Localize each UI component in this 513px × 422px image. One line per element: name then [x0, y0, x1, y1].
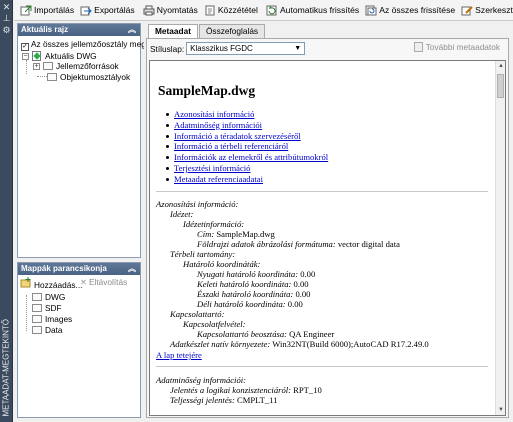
current-drawing-header[interactable]: Aktuális rajz ︽ — [18, 24, 140, 36]
refresh-all-button[interactable]: Az összes frissítése — [362, 2, 458, 19]
toc-link-identification[interactable]: Azonosítási információ — [165, 109, 328, 120]
tab-metadata[interactable]: Metaadat — [148, 24, 198, 39]
scroll-thumb[interactable] — [497, 74, 504, 98]
field-label: Kapcsolattartó: — [170, 309, 225, 319]
native-environment-row: Adatkészlet natív környezete: Win32NT(Bu… — [170, 339, 429, 349]
folder-item-dwg[interactable]: DWG — [32, 292, 65, 302]
current-drawing-panel: Aktuális rajz ︽ ✓ Az összes jellemzőosztá… — [17, 23, 148, 258]
divider — [156, 191, 488, 192]
expand-node-icon[interactable]: + — [33, 63, 40, 70]
scroll-up-icon[interactable]: ▲ — [497, 62, 505, 70]
tree-line — [37, 76, 47, 77]
import-button[interactable]: Importálás — [17, 2, 77, 19]
tree-node-object-classes[interactable]: Objektumosztályok — [47, 72, 130, 82]
folder-icon — [32, 293, 42, 301]
palette-title: METAADAT-MEGTEKINTŐ — [1, 319, 11, 417]
close-icon[interactable]: ✕ — [2, 3, 11, 12]
more-metadata-button[interactable]: További metaadatok — [413, 42, 500, 52]
title-row: Cím: SampleMap.dwg — [197, 229, 275, 239]
back-to-top-link[interactable]: A lap tetejére — [156, 350, 202, 360]
folder-icon — [32, 315, 42, 323]
logical-consistency-row: Jelentés a logikai konzisztenciáról: RPT… — [170, 385, 322, 395]
toc-link-distribution[interactable]: Terjesztési információ — [165, 163, 328, 174]
folder-icon — [43, 62, 53, 70]
tree-node-current-dwg[interactable]: Aktuális DWG — [32, 51, 97, 61]
tree-node-feature-sources[interactable]: Jellemzőforrások — [43, 61, 119, 71]
refresh-all-icon — [365, 5, 377, 16]
auto-refresh-icon — [266, 5, 278, 16]
document-title: SampleMap.dwg — [158, 83, 256, 98]
table-of-contents: Azonosítási információ Adatminőség infor… — [165, 109, 328, 185]
export-icon — [80, 5, 92, 16]
add-shortcut-button[interactable]: Hozzáadás... — [20, 277, 82, 290]
tab-content: Stíluslap: Klasszikus FGDC ▼ További met… — [146, 38, 509, 418]
collapse-icon[interactable]: ︽ — [128, 24, 136, 36]
folder-icon — [47, 73, 57, 81]
document-icon — [413, 42, 423, 52]
section-heading: Adatminőség információi: — [156, 375, 246, 385]
remove-icon: ✕ — [80, 277, 87, 287]
chevron-down-icon: ▼ — [294, 45, 302, 52]
west-row: Nyugati határoló koordináta: 0.00 — [197, 269, 316, 279]
folder-shortcuts-header[interactable]: Mappák parancsikonja ︽ — [18, 263, 140, 275]
folder-icon — [32, 326, 42, 334]
east-row: Keleti határoló koordináta: 0.00 — [197, 279, 309, 289]
scroll-down-icon[interactable]: ▼ — [497, 406, 505, 414]
metadata-view: Metaadat Összefoglalás Stíluslap: Klassz… — [144, 24, 510, 419]
toolbar: Importálás Exportálás Nyomtatás Közzétét… — [14, 0, 513, 21]
divider — [156, 366, 488, 367]
folder-item-sdf[interactable]: SDF — [32, 303, 62, 313]
collapse-icon[interactable]: ︽ — [128, 263, 136, 275]
folder-item-data[interactable]: Data — [32, 325, 63, 335]
toc-link-data-quality[interactable]: Adatminőség információi — [165, 120, 328, 131]
remove-shortcut-button[interactable]: ✕ Eltávolítás — [80, 277, 127, 287]
tab-summary[interactable]: Összefoglalás — [198, 24, 266, 38]
stylesheet-row: Stíluslap: Klasszikus FGDC ▼ — [150, 42, 306, 55]
field-label: Kapcsolatfelvétel: — [183, 319, 246, 329]
properties-icon[interactable]: ⚙ — [2, 26, 11, 35]
pin-icon[interactable]: ⊥ — [2, 14, 11, 23]
checkbox-check-icon: ✓ — [21, 43, 29, 51]
stylesheet-label: Stíluslap: — [150, 43, 185, 54]
tree-line — [26, 60, 27, 74]
auto-refresh-button[interactable]: Automatikus frissítés — [263, 2, 362, 19]
tab-bar: Metaadat Összefoglalás — [148, 24, 266, 39]
publish-button[interactable]: Közzététel — [201, 2, 261, 19]
edit-icon — [461, 5, 473, 16]
publish-icon — [204, 5, 216, 16]
north-row: Északi határoló koordináta: 0.00 — [197, 289, 311, 299]
field-label: Határoló koordináták: — [183, 259, 261, 269]
field-label: Idézetinformáció: — [183, 219, 245, 229]
import-icon — [20, 5, 32, 16]
south-row: Déli határoló koordináta: 0.00 — [197, 299, 303, 309]
toc-link-spatial-reference[interactable]: Információ a térbeli referenciáról — [165, 141, 328, 152]
vertical-scrollbar[interactable]: ▲ ▼ — [495, 61, 505, 415]
completeness-row: Teljességi jelentés: CMPLT_11 — [170, 395, 278, 405]
add-folder-icon — [20, 277, 32, 288]
print-button[interactable]: Nyomtatás — [140, 2, 201, 19]
export-button[interactable]: Exportálás — [77, 2, 138, 19]
folder-shortcuts-panel: Mappák parancsikonja ︽ Hozzáadás... ✕ Elt… — [17, 262, 141, 418]
metadata-document: SampleMap.dwg Azonosítási információ Ada… — [149, 60, 506, 416]
stylesheet-select[interactable]: Klasszikus FGDC ▼ — [186, 42, 306, 55]
collapse-node-icon[interactable]: − — [22, 53, 29, 60]
toc-link-spatial-organization[interactable]: Információ a téradatok szervezéséről — [165, 131, 328, 142]
geoform-row: Földrajzi adatok ábrázolási formátuma: v… — [197, 239, 400, 249]
show-all-classes-checkbox[interactable]: ✓ Az összes jellemzőosztály megj — [21, 39, 148, 51]
edit-button[interactable]: Szerkesztés — [458, 2, 513, 19]
palette-side-bar[interactable]: ✕ ⊥ ⚙ METAADAT-MEGTEKINTŐ — [0, 0, 13, 422]
field-label: Idézet: — [170, 209, 194, 219]
tree-line — [26, 295, 27, 331]
folder-item-images[interactable]: Images — [32, 314, 72, 324]
folder-icon — [32, 304, 42, 312]
position-row: Kapcsolattartó beosztása: QA Engineer — [197, 329, 335, 339]
section-heading: Azonosítási információ: — [156, 199, 239, 209]
printer-icon — [143, 5, 155, 16]
dwg-icon — [32, 51, 43, 61]
field-label: Térbeli tartomány: — [170, 249, 236, 259]
toc-link-entity-attribute[interactable]: Információk az elemekről és attribútumok… — [165, 152, 328, 163]
toc-link-metadata-reference[interactable]: Metaadat referenciaadatai — [165, 174, 328, 185]
